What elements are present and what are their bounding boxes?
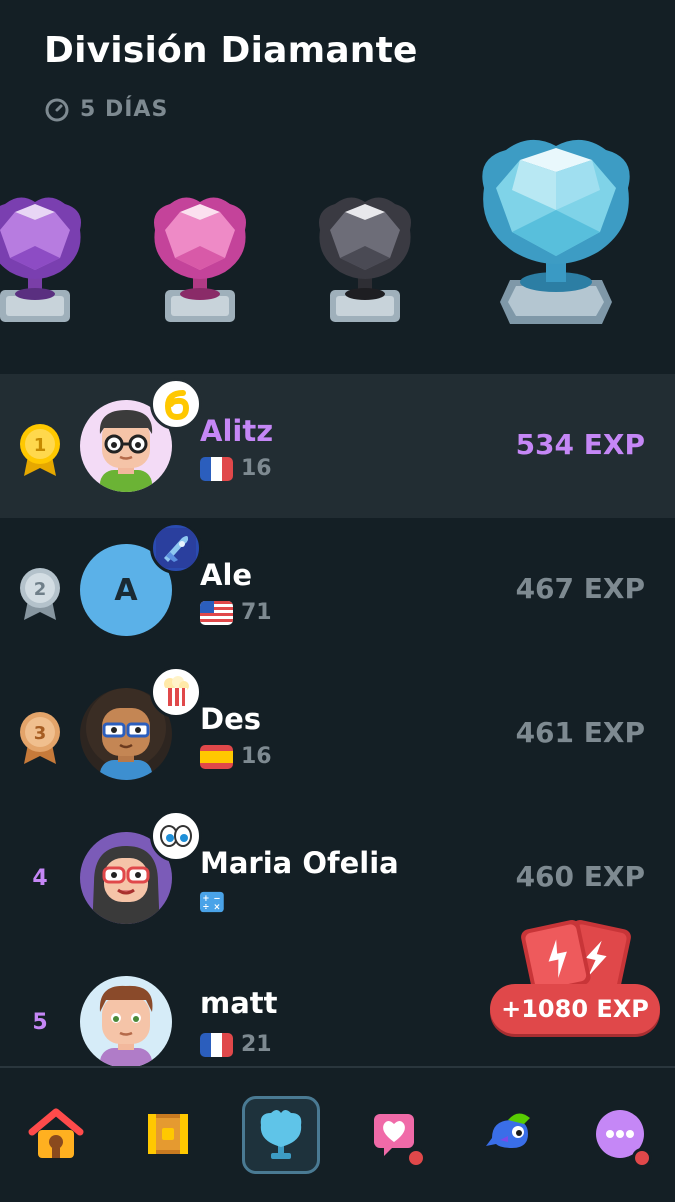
rocket-icon [150, 522, 202, 574]
avatar-image [99, 985, 153, 1066]
flag-france-icon [200, 456, 233, 481]
pearl-trophy-icon [154, 197, 246, 322]
player-meta: 16 [200, 456, 272, 481]
timer-icon [45, 98, 69, 122]
svg-text:÷: ÷ [202, 902, 209, 912]
nav-character[interactable] [470, 1096, 546, 1172]
chest-icon [148, 1114, 188, 1154]
svg-text:2: 2 [34, 579, 47, 600]
page-title: División Diamante [44, 30, 418, 71]
xp-boost-label[interactable]: +1080 EXP [490, 984, 660, 1034]
header: División Diamante [44, 30, 418, 71]
division-trophies[interactable] [0, 130, 675, 350]
leaderboard-row-1[interactable]: 1 Alitz 16 534 EXP [0, 374, 675, 518]
player-name: Ale [200, 558, 253, 592]
eyes-icon [150, 810, 202, 862]
notification-dot [406, 1148, 426, 1168]
player-meta: 71 [200, 600, 272, 625]
flag-france-icon [200, 1032, 233, 1057]
svg-text:3: 3 [34, 723, 47, 744]
player-level: 16 [241, 456, 272, 481]
home-icon [28, 1108, 84, 1158]
bird-icon [486, 1113, 530, 1148]
silver-medal-icon: 2 [20, 568, 60, 620]
bottom-nav [0, 1066, 675, 1202]
player-name: Alitz [200, 414, 274, 448]
player-level: 71 [241, 600, 272, 625]
player-meta: + − ÷ × [200, 890, 236, 914]
flag-spain-icon [200, 744, 233, 769]
player-name: matt [200, 986, 278, 1020]
player-level: 16 [241, 744, 272, 769]
avatar-letter: A [114, 572, 138, 608]
nav-more[interactable] [582, 1096, 658, 1172]
player-xp: 460 EXP [515, 860, 645, 893]
player-xp: 467 EXP [515, 572, 645, 605]
nav-home[interactable] [18, 1096, 94, 1172]
leaderboard-row-2[interactable]: 2 A Ale 71 467 EXP [0, 518, 675, 662]
nav-leagues[interactable] [242, 1096, 320, 1174]
rank-number: 4 [32, 866, 48, 891]
player-meta: 16 [200, 744, 272, 769]
player-xp: 534 EXP [515, 428, 645, 461]
nav-hearts[interactable] [356, 1096, 432, 1172]
flag-usa-icon [200, 600, 233, 625]
player-level: 21 [241, 1032, 272, 1057]
leagues-icon [260, 1110, 302, 1159]
league-timer: 5 DÍAS [44, 96, 168, 122]
gold-medal-icon: 1 [20, 424, 60, 476]
nav-chest[interactable] [130, 1096, 206, 1172]
player-meta: 21 [200, 1032, 272, 1057]
avatar[interactable] [80, 976, 172, 1066]
popcorn-icon [150, 666, 202, 718]
xp-boost-promo[interactable]: +1080 EXP [490, 918, 662, 1038]
bronze-medal-icon: 3 [20, 712, 60, 764]
diamond-trophy-icon [482, 139, 630, 324]
svg-text:1: 1 [34, 435, 47, 456]
player-xp: 461 EXP [515, 716, 645, 749]
streak-6-icon [150, 378, 202, 430]
obsidian-trophy-icon [319, 197, 411, 322]
math-icon: + − ÷ × [200, 891, 224, 913]
leaderboard-row-3[interactable]: 3 Des 16 461 EXP [0, 662, 675, 806]
amethyst-trophy-icon [0, 197, 81, 322]
timer-label: 5 DÍAS [80, 96, 169, 122]
svg-text:×: × [213, 902, 220, 912]
player-name: Maria Ofelia [200, 846, 399, 880]
notification-dot [632, 1148, 652, 1168]
player-name: Des [200, 702, 262, 736]
rank-number: 5 [32, 1010, 48, 1035]
